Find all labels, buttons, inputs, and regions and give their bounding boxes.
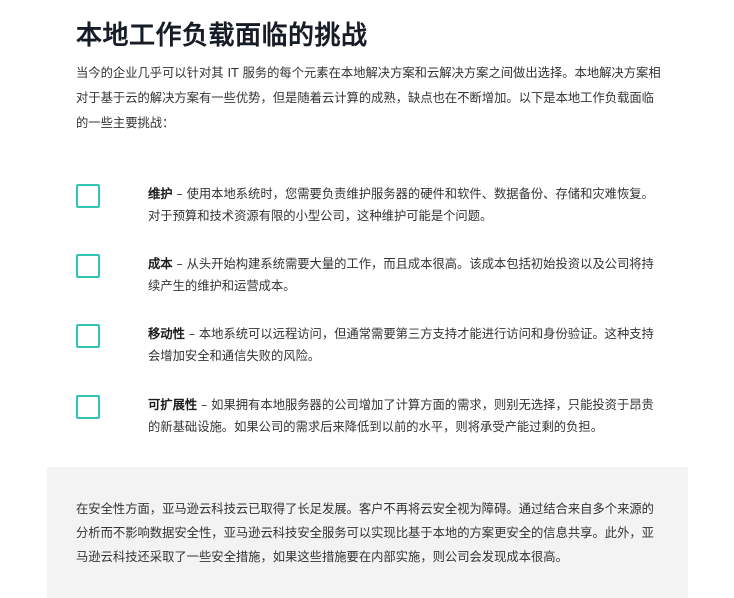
challenge-item-mobility: 移动性 – 本地系统可以远程访问，但通常需要第三方支持才能进行访问和身份验证。这… bbox=[76, 324, 666, 384]
callout-text: 在安全性方面，亚马逊云科技云已取得了长足发展。客户不再将云安全视为障碍。通过结合… bbox=[76, 502, 654, 564]
challenge-term: 可扩展性 bbox=[148, 398, 198, 412]
challenge-description: 可扩展性 – 如果拥有本地服务器的公司增加了计算方面的需求，则别无选择，只能投资… bbox=[148, 394, 664, 438]
maintenance-checkbox[interactable] bbox=[76, 184, 100, 208]
security-callout: 在安全性方面，亚马逊云科技云已取得了长足发展。客户不再将云安全视为障碍。通过结合… bbox=[47, 467, 688, 598]
scalability-checkbox[interactable] bbox=[76, 395, 100, 419]
challenge-item-maintenance: 维护 – 使用本地系统时，您需要负责维护服务器的硬件和软件、数据备份、存储和灾难… bbox=[76, 184, 666, 244]
challenge-item-cost: 成本 – 从头开始构建系统需要大量的工作，而且成本很高。该成本包括初始投资以及公… bbox=[76, 254, 666, 314]
challenge-description: 移动性 – 本地系统可以远程访问，但通常需要第三方支持才能进行访问和身份验证。这… bbox=[148, 323, 664, 367]
challenge-description: 维护 – 使用本地系统时，您需要负责维护服务器的硬件和软件、数据备份、存储和灾难… bbox=[148, 183, 664, 227]
intro-paragraph: 当今的企业几乎可以针对其 IT 服务的每个元素在本地解决方案和云解决方案之间做出… bbox=[76, 66, 661, 130]
article-page: 本地工作负载面临的挑战 当今的企业几乎可以针对其 IT 服务的每个元素在本地解决… bbox=[0, 0, 734, 598]
challenge-detail: – 本地系统可以远程访问，但通常需要第三方支持才能进行访问和身份验证。这种支持会… bbox=[148, 327, 654, 363]
mobility-checkbox[interactable] bbox=[76, 324, 100, 348]
challenge-term: 维护 bbox=[148, 187, 173, 201]
challenge-description: 成本 – 从头开始构建系统需要大量的工作，而且成本很高。该成本包括初始投资以及公… bbox=[148, 253, 664, 297]
page-title: 本地工作负载面临的挑战 bbox=[76, 21, 368, 51]
challenge-term: 移动性 bbox=[148, 327, 185, 341]
cost-checkbox[interactable] bbox=[76, 254, 100, 278]
challenge-detail: – 从头开始构建系统需要大量的工作，而且成本很高。该成本包括初始投资以及公司将持… bbox=[148, 257, 654, 293]
challenge-term: 成本 bbox=[148, 257, 173, 271]
challenge-detail: – 如果拥有本地服务器的公司增加了计算方面的需求，则别无选择，只能投资于昂贵的新… bbox=[148, 398, 654, 434]
challenge-item-scalability: 可扩展性 – 如果拥有本地服务器的公司增加了计算方面的需求，则别无选择，只能投资… bbox=[76, 395, 666, 455]
challenge-detail: – 使用本地系统时，您需要负责维护服务器的硬件和软件、数据备份、存储和灾难恢复。… bbox=[148, 187, 654, 223]
